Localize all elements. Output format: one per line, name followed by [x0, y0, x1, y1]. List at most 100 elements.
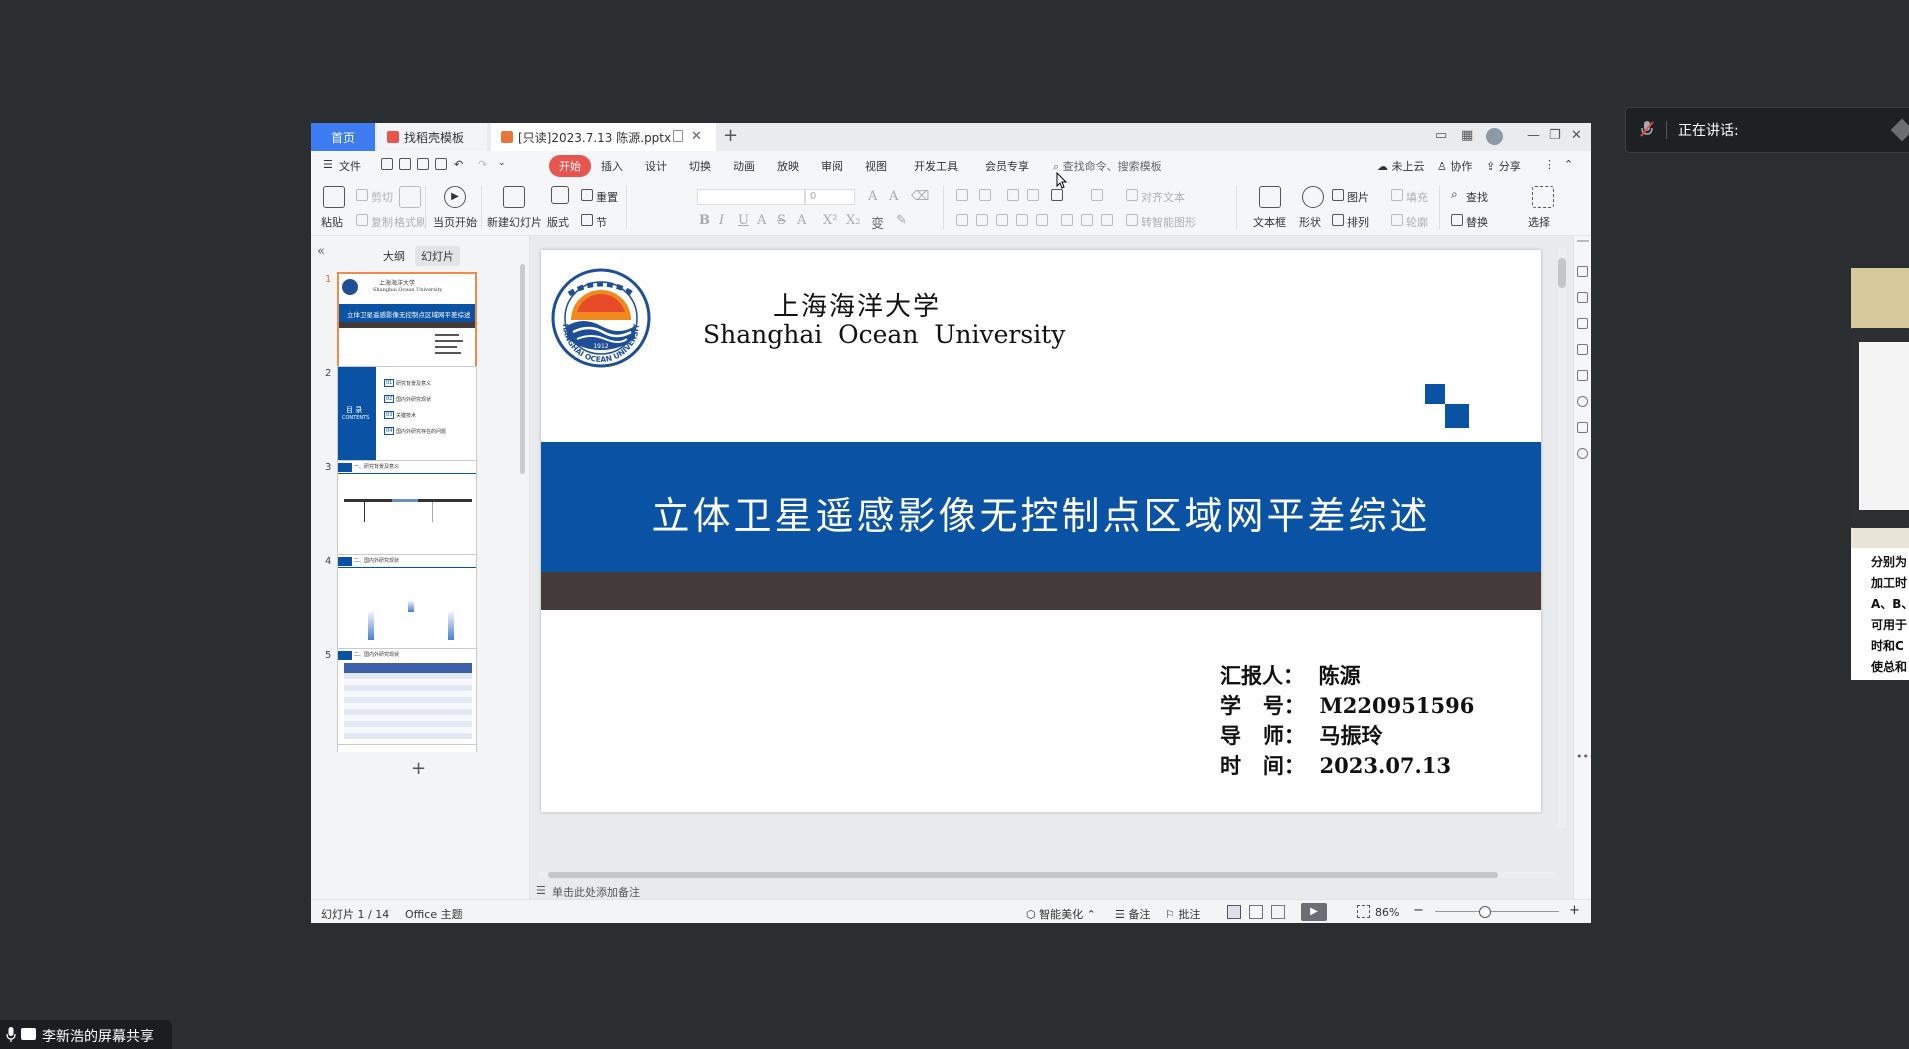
tab-outline[interactable]: 大纲	[377, 246, 411, 266]
tab-close-icon[interactable]: ✕	[691, 129, 702, 144]
more-side-icon[interactable]: •••	[1576, 750, 1591, 763]
menu-transition[interactable]: 切换	[689, 158, 711, 174]
replace-icon[interactable]	[1451, 214, 1463, 226]
help-icon[interactable]	[1577, 448, 1588, 459]
fill-button[interactable]: 填充	[1406, 189, 1428, 205]
smart-beautify-button[interactable]: ⬡ 智能美化 ⌃	[1026, 906, 1096, 922]
menu-slideshow[interactable]: 放映	[777, 158, 799, 174]
slide-thumb-3[interactable]: 一、研究背景及意义	[337, 460, 477, 560]
slide-vscroll-thumb[interactable]	[1558, 258, 1566, 288]
format-painter-button[interactable]: 格式刷	[394, 214, 427, 230]
print-icon[interactable]	[417, 158, 429, 170]
slide-thumb-1[interactable]: 上海海洋大学 Shanghai Ocean University 立体卫星遥感影…	[337, 272, 477, 372]
paste-icon[interactable]	[323, 186, 345, 208]
layout-icon[interactable]: ▭	[1435, 128, 1447, 143]
vertical-align-icon[interactable]	[1081, 214, 1093, 226]
shrink-font-icon[interactable]: A	[889, 189, 898, 204]
numbering-icon[interactable]	[979, 189, 991, 201]
picture-icon[interactable]	[1332, 189, 1344, 201]
clear-format-icon[interactable]: ⌫	[911, 189, 929, 204]
undo-icon[interactable]: ↶	[454, 158, 463, 171]
book-icon[interactable]	[1577, 422, 1588, 433]
align-text-icon[interactable]	[1126, 189, 1138, 201]
image-tool-icon[interactable]	[1577, 370, 1588, 381]
subscript-icon[interactable]: X₂	[846, 213, 860, 228]
menu-review[interactable]: 审阅	[821, 158, 843, 174]
reading-view-icon[interactable]	[1271, 905, 1285, 919]
tab-home[interactable]: 首页	[311, 123, 375, 151]
play-slideshow-button[interactable]: ▶	[1301, 903, 1327, 921]
grow-font-icon[interactable]: A	[868, 189, 877, 204]
select-icon[interactable]	[1532, 186, 1554, 208]
command-search[interactable]: ⌕ 查找命令、搜索模板	[1053, 158, 1162, 174]
zoom-level[interactable]: 86%	[1375, 906, 1399, 919]
reset-icon[interactable]	[581, 189, 593, 201]
reset-button[interactable]: 重置	[596, 189, 618, 205]
replace-button[interactable]: 替换	[1466, 214, 1488, 230]
print-preview-icon[interactable]	[435, 158, 447, 170]
align-left-icon[interactable]	[956, 214, 968, 226]
slide-thumb-2[interactable]: 目 录 CONTENTS 01 研究背景及意义 02 国内外研究现状 03 关键…	[337, 366, 477, 466]
font-size-combo[interactable]: 0	[805, 189, 855, 205]
export-pdf-icon[interactable]	[399, 158, 411, 170]
transition-icon[interactable]	[1577, 344, 1588, 355]
superscript-icon[interactable]: X²	[823, 213, 837, 228]
textbox-button[interactable]: 文本框	[1253, 214, 1286, 230]
zoom-slider-handle[interactable]	[1479, 906, 1491, 918]
menu-design[interactable]: 设计	[645, 158, 667, 174]
copy-button[interactable]: 复制	[371, 214, 393, 230]
fill-icon[interactable]	[1391, 189, 1403, 201]
underline-icon[interactable]: U	[738, 213, 749, 228]
align-text-button[interactable]: 对齐文本	[1141, 189, 1185, 205]
location-icon[interactable]	[1577, 396, 1588, 407]
slide-hscroll-thumb[interactable]	[548, 872, 1498, 878]
layout-icon[interactable]	[551, 186, 569, 204]
quick-access-dropdown-icon[interactable]: ⌄	[498, 158, 506, 168]
menu-developer[interactable]: 开发工具	[914, 158, 958, 174]
fit-window-icon[interactable]	[1357, 905, 1370, 918]
menu-member[interactable]: 会员专享	[985, 158, 1029, 174]
arrange-button[interactable]: 排列	[1347, 214, 1369, 230]
font-color-icon[interactable]: A	[797, 213, 806, 228]
notes-bar[interactable]: ☰ 单击此处添加备注	[530, 883, 1572, 899]
normal-view-icon[interactable]	[1227, 905, 1241, 919]
slide-1[interactable]: 1912 SHANGHAI OCEAN UNIVERSITY 上海海洋大学 Sh…	[541, 250, 1541, 812]
tab-pin-icon[interactable]	[673, 130, 683, 142]
play-from-current-icon[interactable]: ▶	[444, 186, 466, 208]
shape-icon[interactable]	[1302, 186, 1324, 208]
font-name-combo[interactable]	[697, 189, 805, 205]
find-button[interactable]: 查找	[1466, 189, 1488, 205]
find-icon[interactable]: ⌕	[1451, 187, 1458, 202]
collapse-ribbon-icon[interactable]: ⌃	[1564, 158, 1573, 171]
section-icon[interactable]	[581, 214, 593, 226]
restore-icon[interactable]: ❐	[1549, 128, 1561, 143]
italic-icon[interactable]: I	[719, 213, 724, 228]
phonetic-icon[interactable]: 变	[871, 213, 884, 232]
new-slide-icon[interactable]	[503, 186, 525, 208]
collab-button[interactable]: ♙ 协作	[1437, 158, 1472, 174]
menu-animation[interactable]: 动画	[733, 158, 755, 174]
new-tab-plus-icon[interactable]: +	[723, 125, 738, 146]
close-window-icon[interactable]: ✕	[1571, 128, 1582, 143]
strikethrough-icon[interactable]: S	[777, 213, 786, 228]
menu-view[interactable]: 视图	[865, 158, 887, 174]
menu-home[interactable]: 开始	[549, 155, 591, 177]
slide-sorter-icon[interactable]	[1249, 905, 1263, 919]
bullets-icon[interactable]	[956, 189, 968, 201]
distribute-icon[interactable]	[1036, 214, 1048, 226]
pin-icon[interactable]	[1577, 318, 1588, 329]
cloud-status-button[interactable]: ☁ 未上云	[1377, 158, 1425, 174]
apps-grid-icon[interactable]: ▦	[1461, 128, 1473, 143]
paste-button[interactable]: 粘贴	[321, 214, 343, 230]
outline-icon[interactable]	[1391, 214, 1403, 226]
slide-thumb-5[interactable]: 二、国内外研究现状	[337, 648, 477, 748]
properties-icon[interactable]	[1577, 292, 1588, 303]
slide-thumb-4[interactable]: 二、国内外研究现状	[337, 554, 477, 654]
hamburger-icon[interactable]: ☰	[323, 158, 333, 171]
picture-button[interactable]: 图片	[1347, 189, 1369, 205]
highlight-icon[interactable]: ✎	[896, 213, 907, 228]
menu-insert[interactable]: 插入	[601, 158, 623, 174]
outline-button[interactable]: 轮廓	[1406, 214, 1428, 230]
add-slide-plus-icon[interactable]: +	[411, 758, 426, 779]
smartart-icon[interactable]	[1126, 214, 1138, 226]
